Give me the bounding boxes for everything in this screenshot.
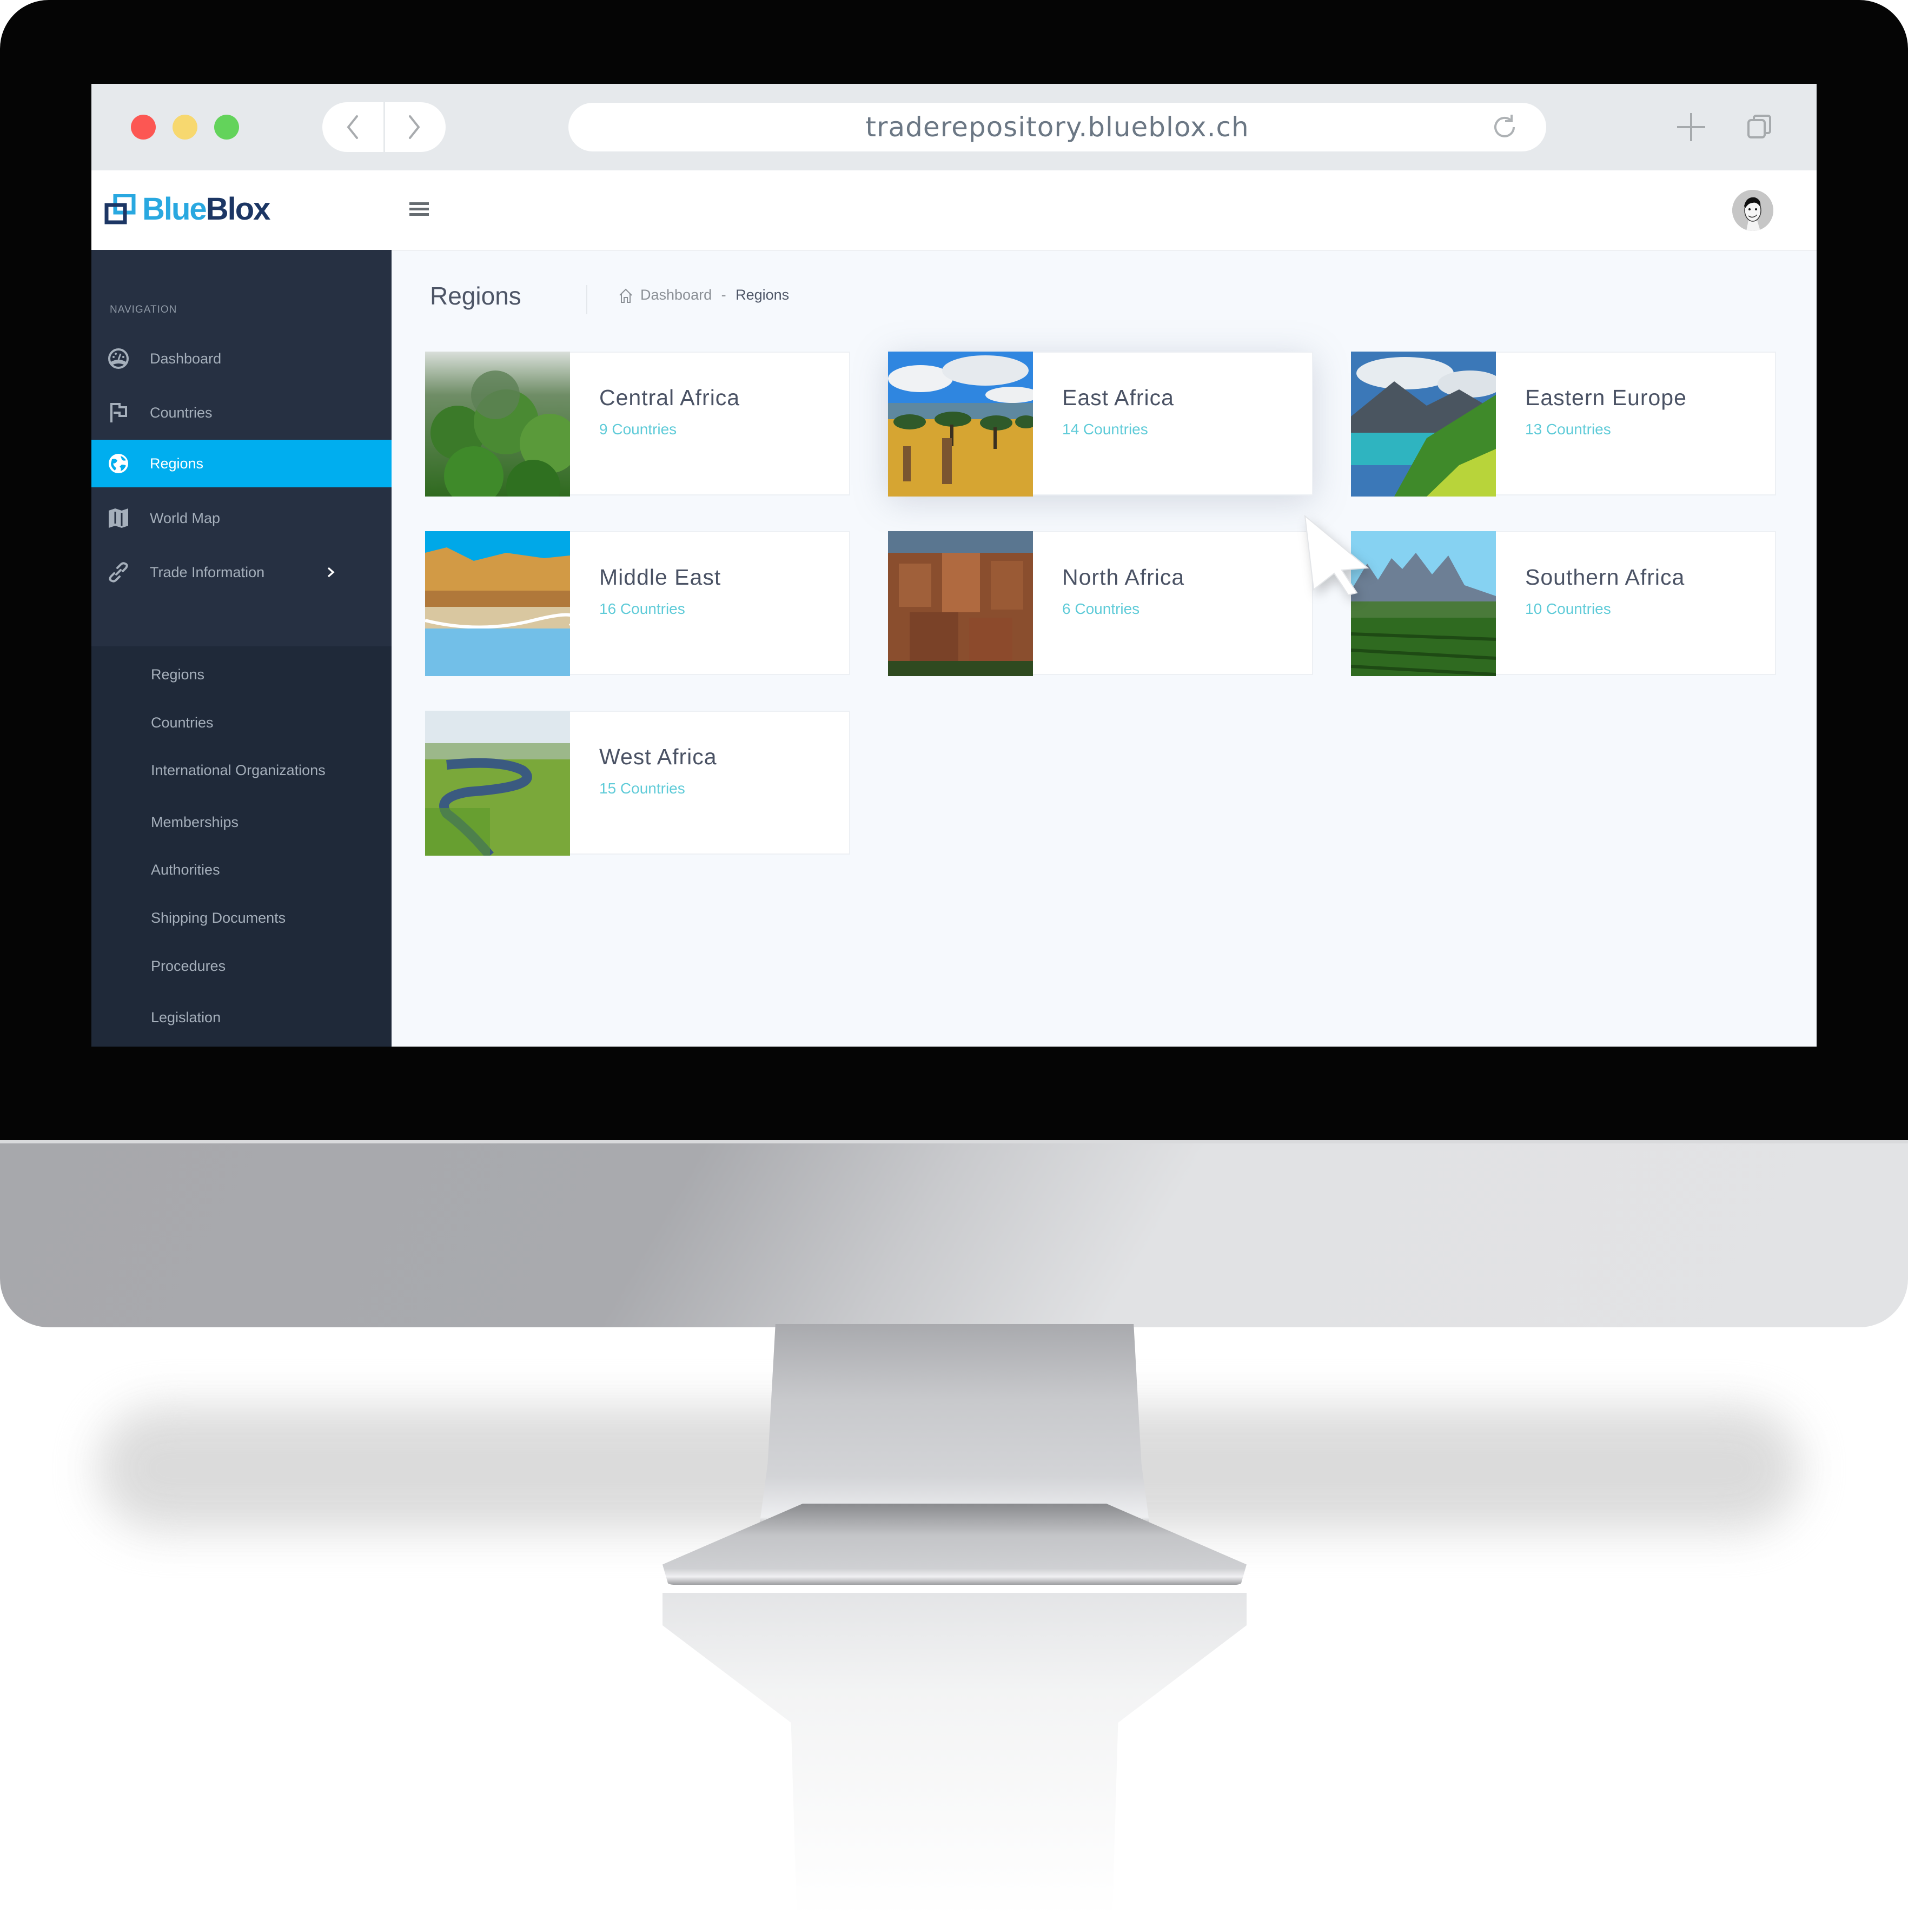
river-delta-image bbox=[425, 711, 570, 856]
region-name: North Africa bbox=[1062, 565, 1185, 590]
submenu-item-international-organizations[interactable]: International Organizations bbox=[151, 759, 326, 781]
globe-icon bbox=[109, 454, 128, 473]
forward-button[interactable] bbox=[403, 114, 425, 140]
reload-icon bbox=[1494, 115, 1515, 137]
region-name: East Africa bbox=[1062, 385, 1174, 410]
new-tab-button[interactable] bbox=[1675, 105, 1707, 149]
region-name: Southern Africa bbox=[1525, 565, 1685, 590]
region-card-middle-east[interactable]: Middle East 16 Countries bbox=[425, 531, 850, 676]
sidebar-item-label: Dashboard bbox=[150, 350, 222, 367]
back-button[interactable] bbox=[342, 114, 363, 140]
user-avatar-icon bbox=[1732, 190, 1773, 231]
sidebar-section-label: NAVIGATION bbox=[110, 304, 177, 315]
dashboard-icon bbox=[108, 348, 129, 369]
address-bar[interactable]: traderepository.blueblox.ch bbox=[568, 103, 1546, 151]
region-country-count[interactable]: 10 Countries bbox=[1525, 600, 1611, 618]
submenu-item-memberships[interactable]: Memberships bbox=[151, 811, 239, 833]
region-card-west-africa[interactable]: West Africa 15 Countries bbox=[425, 711, 850, 856]
region-name: Eastern Europe bbox=[1525, 385, 1687, 410]
user-avatar[interactable] bbox=[1732, 190, 1773, 231]
plus-icon bbox=[1677, 113, 1705, 141]
region-card-southern-africa[interactable]: Southern Africa 10 Countries bbox=[1351, 531, 1776, 676]
logo-text: BlueBlox bbox=[142, 191, 271, 227]
submenu-item-procedures[interactable]: Procedures bbox=[151, 955, 226, 977]
region-card-east-africa[interactable]: East Africa 14 Countries bbox=[888, 352, 1313, 497]
history-navigation bbox=[322, 102, 446, 152]
tabs-icon bbox=[1747, 115, 1771, 138]
logo-blue: Blue bbox=[142, 191, 207, 227]
breadcrumb-current: Regions bbox=[736, 287, 790, 303]
maximize-window-button[interactable] bbox=[214, 115, 239, 140]
sidebar-item-label: Trade Information bbox=[150, 564, 265, 580]
browser-toolbar: traderepository.blueblox.ch bbox=[91, 84, 1817, 172]
region-country-count[interactable]: 15 Countries bbox=[599, 780, 685, 797]
mountain-lake-image bbox=[1351, 352, 1496, 497]
divider bbox=[383, 102, 385, 152]
url-text[interactable]: traderepository.blueblox.ch bbox=[568, 103, 1546, 151]
desert-oasis-image bbox=[425, 531, 570, 676]
region-name: Middle East bbox=[599, 565, 721, 590]
logo-mark-icon bbox=[104, 194, 136, 224]
submenu-item-shipping-documents[interactable]: Shipping Documents bbox=[151, 907, 286, 929]
screen: traderepository.blueblox.ch BlueBlox NAV… bbox=[91, 84, 1817, 1047]
blueblox-logo[interactable]: BlueBlox bbox=[104, 192, 277, 227]
monitor-chin bbox=[0, 1140, 1908, 1327]
logo-blox: Blox bbox=[206, 191, 271, 227]
sidebar-item-countries[interactable]: Countries bbox=[91, 389, 392, 436]
chevron-right-icon bbox=[409, 115, 420, 139]
chevron-right-icon bbox=[327, 567, 335, 578]
sidebar-item-regions[interactable]: Regions bbox=[91, 440, 392, 487]
sidebar-item-trade-information[interactable]: Trade Information bbox=[91, 548, 392, 596]
region-country-count[interactable]: 13 Countries bbox=[1525, 421, 1611, 438]
page-title: Regions bbox=[430, 282, 521, 310]
region-card-eastern-europe[interactable]: Eastern Europe 13 Countries bbox=[1351, 352, 1776, 497]
region-country-count[interactable]: 6 Countries bbox=[1062, 600, 1140, 618]
stand-reflection bbox=[662, 1593, 1247, 1917]
close-window-button[interactable] bbox=[131, 115, 156, 140]
trade-information-submenu: Regions Countries International Organiza… bbox=[91, 646, 392, 1047]
hamburger-icon bbox=[409, 202, 429, 216]
region-name: Central Africa bbox=[599, 385, 740, 410]
home-icon bbox=[619, 288, 632, 303]
show-tabs-button[interactable] bbox=[1746, 114, 1772, 140]
savanna-image bbox=[888, 352, 1033, 497]
divider bbox=[586, 285, 587, 314]
region-card-central-africa[interactable]: Central Africa 9 Countries bbox=[425, 352, 850, 497]
region-country-count[interactable]: 14 Countries bbox=[1062, 421, 1148, 438]
breadcrumb-dashboard-link[interactable]: Dashboard bbox=[640, 287, 712, 303]
region-card-north-africa[interactable]: North Africa 6 Countries bbox=[888, 531, 1313, 676]
sidebar-item-label: Regions bbox=[150, 455, 204, 472]
breadcrumb: Dashboard - Regions bbox=[619, 284, 789, 306]
sidebar-item-label: Countries bbox=[150, 405, 213, 421]
map-icon bbox=[109, 508, 128, 528]
sidebar: NAVIGATION Dashboard Countries Regions W… bbox=[91, 250, 392, 1047]
sidebar-item-dashboard[interactable]: Dashboard bbox=[91, 335, 392, 382]
sidebar-item-label: World Map bbox=[150, 510, 221, 526]
rainforest-image bbox=[425, 352, 570, 497]
kasbah-image bbox=[888, 531, 1033, 676]
reload-button[interactable] bbox=[1490, 113, 1519, 142]
breadcrumb-separator: - bbox=[721, 287, 726, 303]
app-header: BlueBlox bbox=[91, 170, 1817, 251]
region-country-count[interactable]: 16 Countries bbox=[599, 600, 685, 618]
region-country-count[interactable]: 9 Countries bbox=[599, 421, 677, 438]
link-icon bbox=[109, 562, 128, 583]
chevron-left-icon bbox=[347, 115, 358, 139]
minimize-window-button[interactable] bbox=[173, 115, 197, 140]
submenu-item-legislation[interactable]: Legislation bbox=[151, 1007, 221, 1028]
submenu-item-regions[interactable]: Regions bbox=[151, 664, 204, 685]
region-name: West Africa bbox=[599, 744, 717, 769]
menu-toggle-button[interactable] bbox=[409, 200, 429, 219]
mouse-pointer-icon bbox=[1304, 514, 1369, 595]
sidebar-item-world-map[interactable]: World Map bbox=[91, 494, 392, 542]
submenu-item-authorities[interactable]: Authorities bbox=[151, 859, 220, 881]
flag-icon bbox=[110, 403, 127, 422]
submenu-item-countries[interactable]: Countries bbox=[151, 712, 214, 733]
